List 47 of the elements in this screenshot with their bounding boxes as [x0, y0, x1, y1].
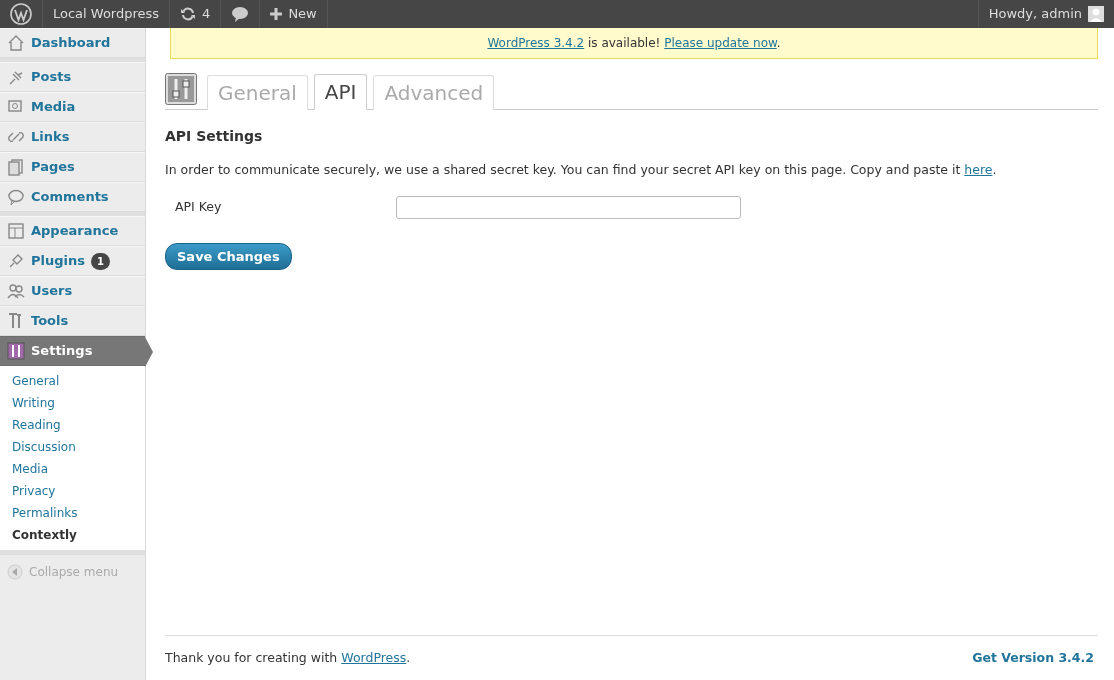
update-notice-text: WordPress 3.4.2 is available! Please update now. [487, 36, 781, 50]
submenu-item[interactable]: Writing [0, 392, 145, 414]
pages-icon [7, 158, 25, 176]
submenu-item[interactable]: Media [0, 458, 145, 480]
update-link[interactable]: Please update now [664, 36, 777, 50]
new-menu-link[interactable]: New [288, 4, 317, 24]
sidebar-menu-item[interactable]: Posts [0, 62, 145, 92]
sidebar-menu-item[interactable]: Media [0, 92, 145, 122]
left-arrow-circle-icon [7, 564, 23, 580]
submenu-item[interactable]: Permalinks [0, 502, 145, 524]
updates-count[interactable]: 4 [202, 4, 211, 24]
refresh-icon [180, 6, 197, 22]
people-icon [7, 282, 25, 300]
site-name-link[interactable]: Local Wordpress [53, 4, 160, 24]
avatar-silhouette-icon [1088, 6, 1104, 22]
plus-icon [270, 8, 283, 20]
submenu-item[interactable]: Privacy [0, 480, 145, 502]
here-link[interactable]: here [964, 162, 993, 177]
save-changes-button[interactable]: Save Changes [165, 242, 292, 271]
submenu-item[interactable]: Discussion [0, 436, 145, 458]
greeting-link[interactable]: Howdy, admin [988, 4, 1082, 24]
comment-bubble-icon[interactable] [231, 6, 250, 22]
house-icon [7, 34, 25, 52]
sidebar-menu-item[interactable]: Dashboard [0, 28, 145, 58]
field-label: API Key [174, 197, 223, 216]
submenu-item[interactable]: General [0, 370, 145, 392]
sidebar-menu-item[interactable]: Links [0, 122, 145, 152]
update-link[interactable]: WordPress 3.4.2 [487, 36, 585, 50]
sidebar-menu-item[interactable]: Appearance [0, 216, 145, 246]
description-text: In order to communicate securely, we use a shared secret key. You can find your secret API key on this page. Copy and paste it here. [165, 162, 997, 177]
get-version-link[interactable]: Get Version 3.4.2 [972, 649, 1094, 668]
sidebar-menu-item[interactable]: Users [0, 276, 145, 306]
submenu-item[interactable]: Contextly [0, 524, 145, 546]
sliders-icon [165, 73, 197, 105]
sidebar-menu-item[interactable]: Comments [0, 182, 145, 212]
footer-credit-text: Thank you for creating with WordPress. [165, 649, 411, 668]
wordpress-logo-icon[interactable] [10, 3, 32, 25]
settings-tab[interactable]: API [313, 74, 368, 110]
count-badge: 1 [91, 252, 110, 270]
section-heading: API Settings [165, 127, 264, 146]
sliders-icon [7, 342, 25, 360]
api-key-input[interactable] [396, 195, 741, 219]
submenu-item[interactable]: Reading [0, 414, 145, 436]
speech-bubble-icon [7, 188, 25, 206]
layout-icon [7, 222, 25, 240]
sidebar-menu-item[interactable]: Pages [0, 152, 145, 182]
sidebar-menu-item[interactable]: Plugins 1 [0, 246, 145, 276]
